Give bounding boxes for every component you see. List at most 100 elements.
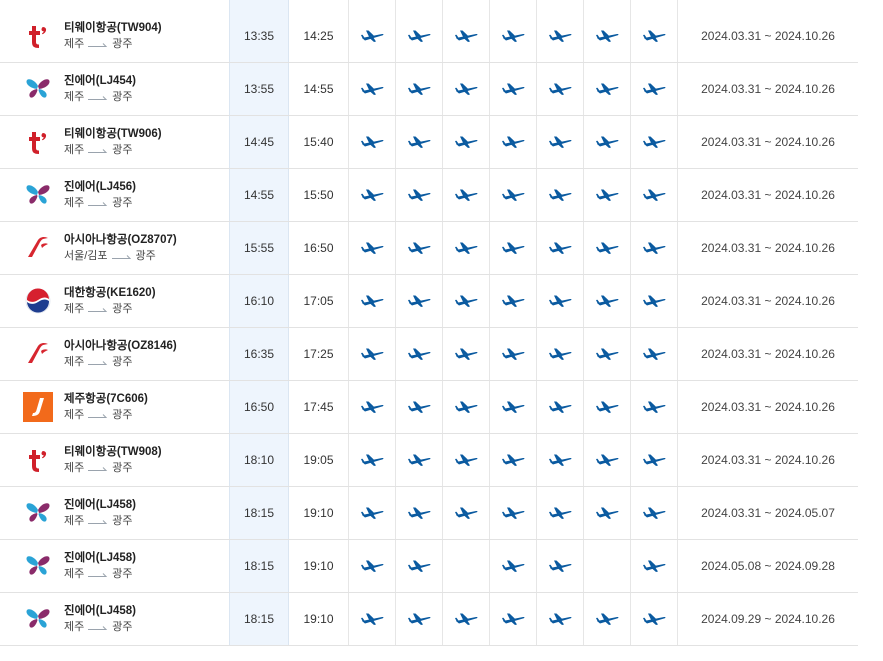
plane-icon bbox=[360, 347, 384, 361]
day-cell bbox=[537, 593, 584, 645]
table-row: 진에어(LJ458) 제주 광주 18:15 19:10 2024.09.29 … bbox=[0, 593, 858, 646]
flight-name: 아시아나항공(OZ8707) bbox=[64, 233, 177, 246]
plane-icon bbox=[642, 82, 666, 96]
plane-icon bbox=[360, 135, 384, 149]
day-cell bbox=[490, 540, 537, 592]
plane-icon bbox=[548, 82, 572, 96]
plane-icon bbox=[548, 453, 572, 467]
day-cell bbox=[443, 63, 490, 115]
plane-icon bbox=[501, 506, 525, 520]
arrival-time: 19:10 bbox=[289, 593, 349, 645]
day-cell bbox=[490, 593, 537, 645]
airline-cell: 진에어(LJ458) 제주 광주 bbox=[0, 593, 230, 645]
plane-icon bbox=[595, 400, 619, 414]
day-cell bbox=[349, 434, 396, 486]
long-arrow-icon bbox=[88, 307, 108, 312]
day-cell bbox=[584, 540, 631, 592]
day-cell bbox=[349, 593, 396, 645]
tway-logo bbox=[23, 21, 53, 51]
plane-icon bbox=[407, 559, 431, 573]
departure-time: 18:10 bbox=[230, 434, 289, 486]
plane-icon bbox=[407, 453, 431, 467]
arrival-time: 17:25 bbox=[289, 328, 349, 380]
operating-period: 2024.05.08 ~ 2024.09.28 bbox=[701, 559, 835, 573]
route: 제주 광주 bbox=[64, 460, 162, 476]
flight-name: 대한항공(KE1620) bbox=[64, 286, 156, 299]
flight-name: 아시아나항공(OZ8146) bbox=[64, 339, 177, 352]
day-cell bbox=[349, 116, 396, 168]
departure-time: 18:15 bbox=[230, 540, 289, 592]
route: 제주 광주 bbox=[64, 619, 136, 635]
day-cell bbox=[631, 540, 678, 592]
asiana-logo bbox=[23, 339, 53, 369]
plane-icon bbox=[548, 506, 572, 520]
origin: 제주 bbox=[64, 90, 85, 103]
table-row: 진에어(LJ454) 제주 광주 13:55 14:55 2024.03.31 … bbox=[0, 63, 858, 116]
long-arrow-icon bbox=[111, 254, 131, 259]
day-cell bbox=[396, 10, 443, 62]
day-cell bbox=[537, 10, 584, 62]
flight-name: 진에어(LJ454) bbox=[64, 74, 137, 87]
day-cell bbox=[396, 169, 443, 221]
arrival-time: 19:10 bbox=[289, 540, 349, 592]
departure-time: 18:15 bbox=[230, 593, 289, 645]
airline-cell: 진에어(LJ454) 제주 광주 bbox=[0, 63, 230, 115]
jinair-logo bbox=[23, 74, 53, 104]
operating-period: 2024.03.31 ~ 2024.10.26 bbox=[701, 241, 835, 255]
day-cell bbox=[537, 222, 584, 274]
destination: 광주 bbox=[112, 408, 133, 421]
plane-icon bbox=[501, 135, 525, 149]
origin: 제주 bbox=[64, 514, 85, 527]
plane-icon bbox=[642, 400, 666, 414]
day-cell bbox=[490, 275, 537, 327]
airline-cell: 아시아나항공(OZ8707) 서울/김포 광주 bbox=[0, 222, 230, 274]
day-cell bbox=[584, 10, 631, 62]
day-cell bbox=[584, 381, 631, 433]
day-cell bbox=[631, 381, 678, 433]
day-cell bbox=[631, 116, 678, 168]
operating-period: 2024.03.31 ~ 2024.05.07 bbox=[701, 506, 835, 520]
route: 제주 광주 bbox=[64, 354, 177, 370]
table-row: 진에어(LJ458) 제주 광주 18:15 19:10 2024.03.31 … bbox=[0, 487, 858, 540]
day-cell bbox=[396, 540, 443, 592]
day-cell bbox=[631, 328, 678, 380]
long-arrow-icon bbox=[88, 519, 108, 524]
plane-icon bbox=[407, 188, 431, 202]
day-cell bbox=[490, 381, 537, 433]
arrival-time: 15:40 bbox=[289, 116, 349, 168]
day-cell bbox=[443, 116, 490, 168]
plane-icon bbox=[548, 135, 572, 149]
day-cell bbox=[584, 434, 631, 486]
arrival-time: 17:05 bbox=[289, 275, 349, 327]
destination: 광주 bbox=[112, 461, 133, 474]
plane-icon bbox=[642, 559, 666, 573]
day-cell bbox=[631, 275, 678, 327]
flight-name: 티웨이항공(TW906) bbox=[64, 127, 162, 140]
flight-name: 진에어(LJ456) bbox=[64, 180, 137, 193]
destination: 광주 bbox=[112, 567, 133, 580]
plane-icon bbox=[595, 612, 619, 626]
day-cell bbox=[537, 116, 584, 168]
arrival-time: 14:55 bbox=[289, 63, 349, 115]
plane-icon bbox=[548, 347, 572, 361]
destination: 광주 bbox=[112, 302, 133, 315]
origin: 제주 bbox=[64, 408, 85, 421]
day-cell bbox=[349, 540, 396, 592]
jinair-logo bbox=[23, 498, 53, 528]
long-arrow-icon bbox=[88, 42, 108, 47]
day-cell bbox=[631, 593, 678, 645]
plane-icon bbox=[642, 135, 666, 149]
operating-period: 2024.03.31 ~ 2024.10.26 bbox=[701, 347, 835, 361]
day-cell bbox=[396, 275, 443, 327]
day-cell bbox=[490, 487, 537, 539]
plane-icon bbox=[595, 135, 619, 149]
day-cell bbox=[631, 169, 678, 221]
jinair-logo bbox=[23, 180, 53, 210]
airline-cell: 진에어(LJ458) 제주 광주 bbox=[0, 540, 230, 592]
plane-icon bbox=[595, 188, 619, 202]
departure-time: 14:55 bbox=[230, 169, 289, 221]
flight-name: 티웨이항공(TW908) bbox=[64, 445, 162, 458]
destination: 광주 bbox=[112, 514, 133, 527]
plane-icon bbox=[595, 453, 619, 467]
departure-time: 15:55 bbox=[230, 222, 289, 274]
